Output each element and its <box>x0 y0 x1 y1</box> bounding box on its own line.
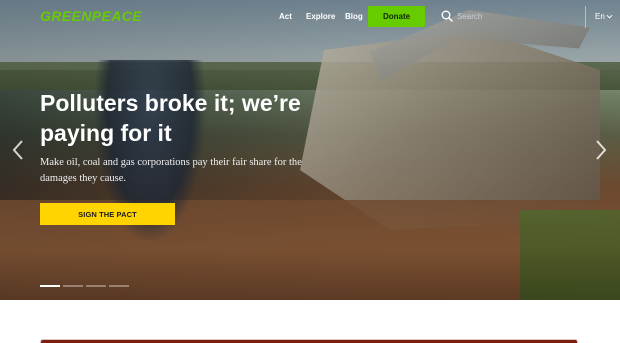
donate-button[interactable]: Donate <box>368 6 425 27</box>
hero-image-grass <box>520 210 620 300</box>
chevron-right-icon[interactable] <box>593 138 609 162</box>
hero-carousel: GREENPEACE Act Explore Blog Donate En Po… <box>0 0 620 300</box>
nav-act[interactable]: Act <box>279 12 292 21</box>
top-navigation: GREENPEACE Act Explore Blog Donate En <box>0 0 620 34</box>
carousel-dot-4[interactable] <box>109 285 129 287</box>
sign-the-pact-button[interactable]: SIGN THE PACT <box>40 203 175 225</box>
greenpeace-logo[interactable]: GREENPEACE <box>40 8 142 24</box>
carousel-dot-1[interactable] <box>40 285 60 287</box>
search-input[interactable] <box>457 9 577 23</box>
carousel-dot-2[interactable] <box>63 285 83 287</box>
carousel-dot-3[interactable] <box>86 285 106 287</box>
chevron-down-icon[interactable] <box>606 13 613 20</box>
content-section <box>0 300 620 343</box>
search-icon[interactable] <box>441 10 453 22</box>
hero-subtext: Make oil, coal and gas corporations pay … <box>40 157 302 184</box>
nav-divider <box>585 6 586 28</box>
language-selector[interactable]: En <box>595 12 605 21</box>
content-card[interactable] <box>40 339 578 343</box>
chevron-left-icon[interactable] <box>10 138 26 162</box>
nav-explore[interactable]: Explore <box>306 12 335 21</box>
hero-headline: Polluters broke it; we’re paying for it <box>40 90 301 146</box>
nav-blog[interactable]: Blog <box>345 12 363 21</box>
